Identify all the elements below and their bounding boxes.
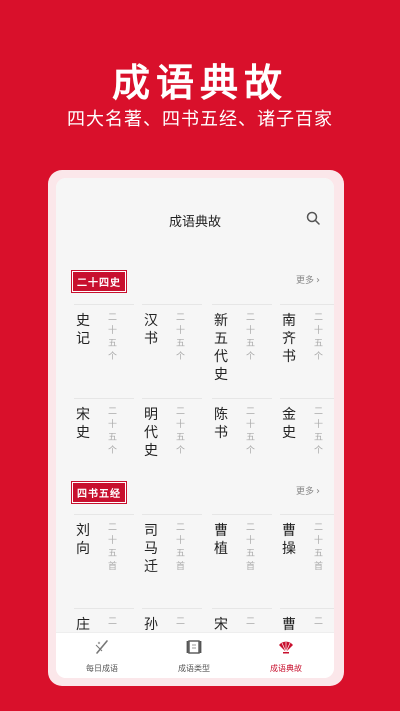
chevron-right-icon: › — [316, 275, 320, 286]
list-item[interactable]: 明代史 二十五个 — [138, 398, 206, 484]
tab-label: 成语典故 — [270, 664, 302, 673]
tab-label: 每日成语 — [86, 664, 118, 673]
more-label: 更多 — [295, 487, 314, 497]
divider — [142, 398, 202, 399]
list-item[interactable]: 曹 二 — [276, 608, 334, 632]
brush-icon — [95, 640, 108, 654]
list-item[interactable]: 宋 二 — [208, 608, 276, 632]
item-count: 二十五个 — [108, 407, 118, 456]
item-name: 孙 — [144, 617, 158, 632]
item-count: 二十五首 — [314, 523, 324, 572]
divider — [74, 608, 134, 609]
item-name: 曹操 — [282, 523, 296, 557]
bottom-tab-bar: 每日成语 成语类型 成语典故 — [56, 632, 334, 678]
item-name: 明代史 — [144, 407, 158, 459]
app-screen: 成语典故 二十四史 更多 › 史记 二十五个 汉书 二十五个 新五代史 二十五个… — [56, 178, 334, 678]
item-name: 宋 — [214, 617, 228, 632]
section-badge: 四书五经 — [71, 481, 127, 504]
item-count: 二十五个 — [246, 313, 256, 362]
chevron-right-icon: › — [316, 486, 320, 497]
divider — [142, 608, 202, 609]
divider — [142, 304, 202, 305]
item-count: 二十五首 — [176, 523, 186, 572]
item-name: 曹 — [282, 617, 296, 632]
list-item[interactable]: 宋史 二十五个 — [70, 398, 138, 484]
promo-subtitle: 四大名著、四书五经、诸子百家 — [67, 109, 333, 130]
tab-daily-idiom[interactable]: 每日成语 — [56, 633, 148, 678]
tab-idiom-allusions[interactable]: 成语典故 — [240, 633, 332, 678]
item-count: 二十五个 — [108, 313, 118, 362]
section-header: 二十四史 更多 › — [56, 270, 334, 293]
phone-frame: 成语典故 二十四史 更多 › 史记 二十五个 汉书 二十五个 新五代史 二十五个… — [48, 170, 344, 686]
section-header: 四书五经 更多 › — [56, 481, 334, 504]
divider — [74, 398, 134, 399]
item-count: 二十五首 — [108, 523, 118, 572]
item-count: 二 — [108, 617, 118, 627]
more-label: 更多 — [295, 276, 314, 286]
divider — [74, 304, 134, 305]
list-item[interactable]: 新五代史 二十五个 — [208, 304, 276, 390]
list-item[interactable]: 孙 二 — [138, 608, 206, 632]
top-bar: 成语典故 — [56, 178, 334, 246]
promo-title: 成语典故 — [111, 60, 288, 105]
item-count: 二十五个 — [314, 313, 324, 362]
divider — [212, 304, 272, 305]
item-count: 二十五个 — [176, 313, 186, 362]
divider — [212, 514, 272, 515]
divider — [280, 608, 334, 609]
item-name: 宋史 — [76, 407, 90, 441]
divider — [74, 514, 134, 515]
item-name: 南齐书 — [282, 313, 296, 365]
search-icon[interactable] — [306, 211, 320, 225]
item-name: 庄 — [76, 617, 90, 632]
item-count: 二 — [176, 617, 186, 627]
list-item[interactable]: 司马迁 二十五首 — [138, 514, 206, 600]
item-count: 二 — [314, 617, 324, 627]
fan-icon — [279, 641, 293, 654]
scroll-icon — [186, 640, 202, 654]
tab-label: 成语类型 — [178, 664, 210, 673]
page-title: 成语典故 — [168, 215, 221, 230]
item-name: 司马迁 — [144, 523, 158, 575]
item-count: 二十五首 — [246, 523, 256, 572]
list-item[interactable]: 史记 二十五个 — [70, 304, 138, 390]
divider — [280, 514, 334, 515]
item-name: 曹植 — [214, 523, 228, 557]
item-name: 新五代史 — [214, 313, 228, 383]
divider — [212, 608, 272, 609]
item-name: 史记 — [76, 313, 90, 347]
divider — [212, 398, 272, 399]
list-item[interactable]: 陈书 二十五个 — [208, 398, 276, 484]
tab-idiom-types[interactable]: 成语类型 — [148, 633, 240, 678]
item-name: 刘向 — [76, 523, 90, 557]
list-item[interactable]: 金史 二十五个 — [276, 398, 334, 484]
more-link[interactable]: 更多 › — [296, 484, 320, 497]
item-count: 二 — [246, 617, 256, 627]
list-item[interactable]: 汉书 二十五个 — [138, 304, 206, 390]
item-name: 汉书 — [144, 313, 158, 347]
divider — [280, 398, 334, 399]
divider — [280, 304, 334, 305]
list-item[interactable]: 庄 二 — [70, 608, 138, 632]
list-item[interactable]: 曹操 二十五首 — [276, 514, 334, 600]
item-name: 陈书 — [214, 407, 228, 441]
list-item[interactable]: 南齐书 二十五个 — [276, 304, 334, 390]
item-count: 二十五个 — [314, 407, 324, 456]
list-item[interactable]: 曹植 二十五首 — [208, 514, 276, 600]
divider — [142, 514, 202, 515]
content-area: 二十四史 更多› 史记 二十五个 汉书 二十五个 新五代史 二十五个 南齐书 — [56, 246, 334, 632]
item-count: 二十五个 — [246, 407, 256, 456]
section-badge: 二十四史 — [71, 270, 127, 293]
more-link[interactable]: 更多 › — [296, 273, 320, 286]
item-count: 二十五个 — [176, 407, 186, 456]
list-item[interactable]: 刘向 二十五首 — [70, 514, 138, 600]
item-name: 金史 — [282, 407, 296, 441]
